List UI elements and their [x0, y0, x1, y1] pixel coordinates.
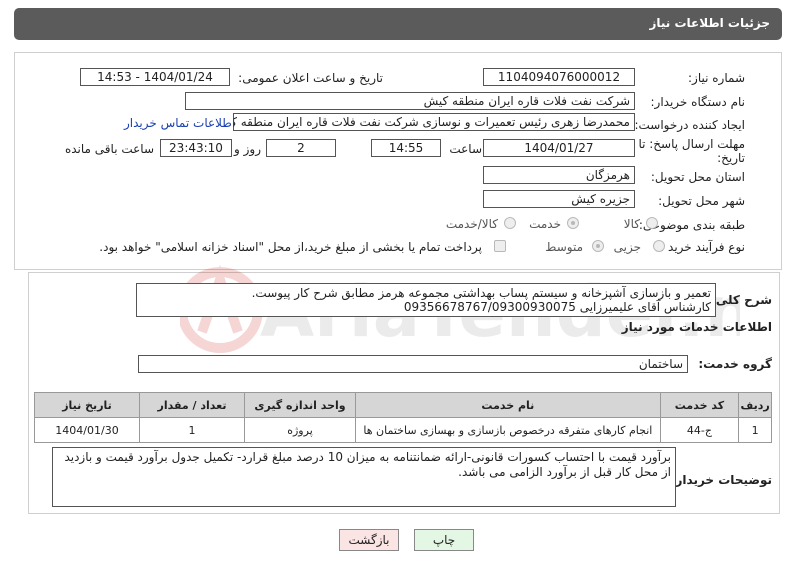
buyer-org-label: نام دستگاه خریدار: — [650, 95, 746, 109]
creator-label: ایجاد کننده درخواست: — [634, 118, 745, 132]
process-label: نوع فرآیند خرید : — [660, 240, 745, 254]
need-number-label: شماره نیاز: — [688, 71, 745, 85]
cell-service-code: ج-44 — [659, 417, 740, 443]
col-quantity: تعداد / مقدار — [139, 392, 245, 418]
services-heading: اطلاعات خدمات مورد نیاز — [621, 320, 772, 334]
remaining-time-field: 23:43:10 — [160, 139, 232, 157]
province-field: هرمزگان — [483, 166, 635, 184]
buyer-notes-field: برآورد قیمت با احتساب کسورات قانونی-ارائ… — [52, 447, 676, 507]
description-field: تعمیر و بازسازی آشپزخانه و سیستم پساب به… — [136, 283, 716, 317]
process-medium-radio[interactable] — [592, 240, 604, 252]
category-both-label: کالا/خدمت — [445, 217, 498, 231]
need-number-field: 1104094076000012 — [483, 68, 635, 86]
cell-row-number: 1 — [738, 417, 772, 443]
process-medium-label: متوسط — [545, 240, 583, 254]
process-minor-radio[interactable] — [653, 240, 665, 252]
description-line-2: کارشناس آقای علیمیرزایی 09356678767/0930… — [403, 300, 711, 314]
deadline-time-field: 14:55 — [371, 139, 441, 157]
page-header: جزئیات اطلاعات نیاز — [14, 8, 782, 40]
description-line-1: تعمیر و بازسازی آشپزخانه و سیستم پساب به… — [251, 286, 711, 300]
city-field: جزیره کیش — [483, 190, 635, 208]
city-label: شهر محل تحویل: — [658, 194, 745, 208]
deadline-label: مهلت ارسال پاسخ: تا — [638, 137, 745, 151]
buyer-notes-label: توضیحات خریدار: — [670, 473, 772, 487]
cell-service-name: انجام کارهای متفرقه درخصوص بازسازی و بهس… — [355, 417, 661, 443]
category-goods-radio[interactable] — [646, 217, 658, 229]
buyer-org-field: شرکت نفت فلات قاره ایران منطقه کیش — [185, 92, 635, 110]
back-button[interactable]: بازگشت — [339, 529, 399, 551]
cell-need-date: 1404/01/30 — [33, 417, 141, 443]
service-group-field: ساختمان — [138, 355, 688, 373]
treasury-payment-checkbox[interactable] — [494, 240, 506, 252]
days-field: 2 — [266, 139, 336, 157]
table-row: 1 ج-44 انجام کارهای متفرقه درخصوص بازساز… — [33, 417, 772, 443]
col-need-date: تاریخ نیاز — [33, 392, 141, 418]
col-service-name: نام خدمت — [355, 392, 661, 418]
province-label: استان محل تحویل: — [650, 170, 745, 184]
category-service-label: خدمت — [529, 217, 561, 231]
deadline-date-field: 1404/01/27 — [483, 139, 635, 157]
category-both-radio[interactable] — [504, 217, 516, 229]
days-label: روز و — [234, 142, 261, 156]
col-row-number: ردیف — [738, 392, 772, 418]
category-goods-label: کالا — [623, 217, 640, 231]
print-button[interactable]: چاپ — [414, 529, 474, 551]
col-service-code: کد خدمت — [659, 392, 740, 418]
page-title: جزئیات اطلاعات نیاز — [649, 16, 770, 30]
remaining-label: ساعت باقی مانده — [64, 142, 154, 156]
announce-datetime-field: 1404/01/24 - 14:53 — [80, 68, 230, 86]
hour-label: ساعت — [449, 142, 482, 156]
buyer-contact-link[interactable]: اطلاعات تماس خریدار — [124, 116, 235, 130]
deadline-date-label: تاریخ: — [717, 151, 745, 165]
category-service-radio[interactable] — [567, 217, 579, 229]
services-header-row: ردیف کد خدمت نام خدمت واحد اندازه گیری ت… — [33, 392, 772, 418]
col-unit: واحد اندازه گیری — [243, 392, 357, 418]
process-minor-label: جزیی — [613, 240, 641, 254]
announce-label: تاریخ و ساعت اعلان عمومی: — [238, 71, 383, 85]
cell-unit: پروژه — [243, 417, 357, 443]
services-table: ردیف کد خدمت نام خدمت واحد اندازه گیری ت… — [33, 392, 772, 443]
creator-field: محمدرضا زهری رئیس تعمیرات و نوسازی شرکت … — [233, 113, 635, 131]
service-group-label: گروه خدمت: — [698, 357, 772, 371]
cell-quantity: 1 — [139, 417, 245, 443]
treasury-payment-note: پرداخت تمام یا بخشی از مبلغ خرید،از محل … — [99, 240, 482, 254]
